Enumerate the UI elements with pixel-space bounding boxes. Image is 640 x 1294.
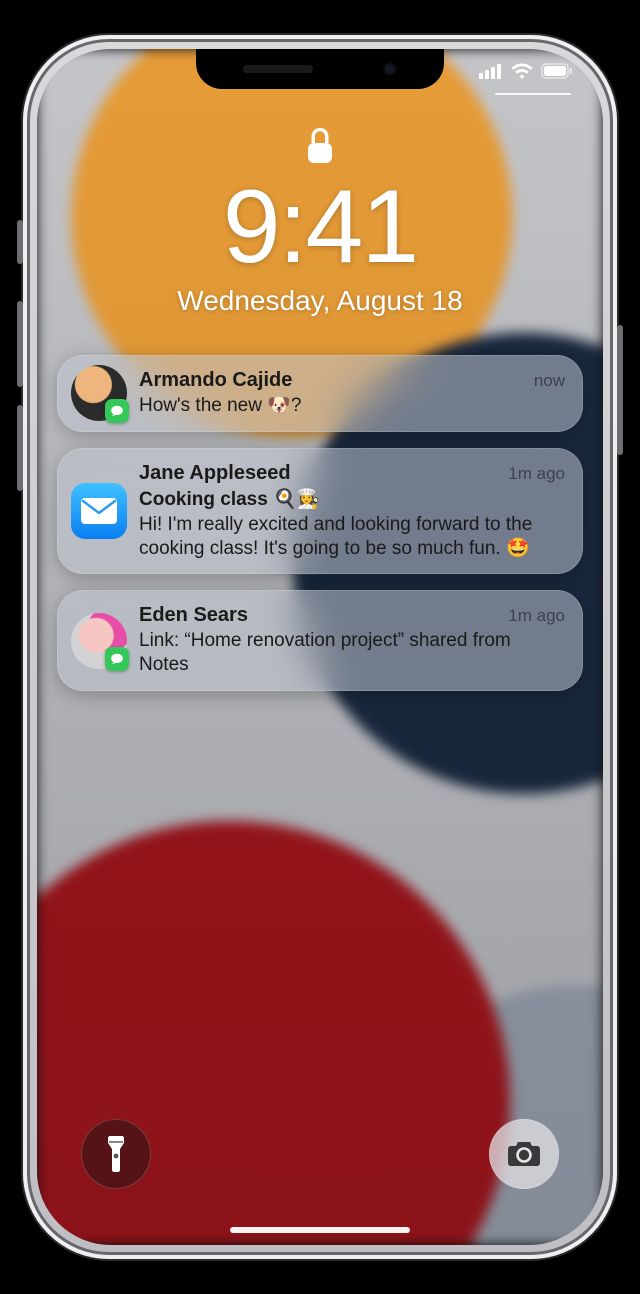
camera-button[interactable] [489, 1119, 559, 1189]
front-camera [383, 62, 397, 76]
messages-app-icon [105, 647, 129, 671]
notification-item[interactable]: Jane Appleseed 1m ago Cooking class 🍳👩‍🍳… [57, 448, 583, 575]
status-bar [479, 63, 573, 79]
notification-body: Hi! I'm really excited and looking forwa… [139, 513, 565, 561]
lock-date: Wednesday, August 18 [37, 285, 603, 317]
lock-icon [306, 127, 334, 165]
phone-frame: 9:41 Wednesday, August 18 Armando Cajide… [23, 35, 617, 1259]
notification-sender: Armando Cajide [139, 369, 292, 392]
notification-item[interactable]: Eden Sears 1m ago Link: “Home renovation… [57, 590, 583, 691]
camera-icon [506, 1139, 542, 1169]
sender-avatar [71, 365, 127, 421]
sender-avatar [71, 613, 127, 669]
iphone-mockup: 9:41 Wednesday, August 18 Armando Cajide… [0, 0, 640, 1294]
mail-app-icon [71, 483, 127, 539]
battery-icon [541, 63, 573, 79]
notification-subject: Cooking class 🍳👩‍🍳 [139, 487, 565, 511]
mute-switch[interactable] [17, 220, 23, 264]
notch [196, 49, 444, 89]
lock-time: 9:41 [37, 175, 603, 279]
volume-down-button[interactable] [17, 405, 23, 491]
earpiece-speaker [243, 65, 313, 73]
notification-time: 1m ago [508, 606, 565, 626]
flashlight-icon [102, 1134, 130, 1174]
notification-time: 1m ago [508, 464, 565, 484]
notification-list[interactable]: Armando Cajide now How's the new 🐶? [57, 355, 583, 691]
status-underline [495, 93, 571, 95]
screen: 9:41 Wednesday, August 18 Armando Cajide… [37, 49, 603, 1245]
side-button[interactable] [617, 325, 623, 455]
wifi-icon [511, 63, 533, 79]
cellular-icon [479, 63, 503, 79]
home-indicator[interactable] [230, 1227, 410, 1233]
volume-up-button[interactable] [17, 301, 23, 387]
notification-sender: Jane Appleseed [139, 462, 291, 485]
notification-body: How's the new 🐶? [139, 394, 565, 418]
messages-app-icon [105, 399, 129, 423]
notification-item[interactable]: Armando Cajide now How's the new 🐶? [57, 355, 583, 432]
notification-sender: Eden Sears [139, 604, 248, 627]
flashlight-button[interactable] [81, 1119, 151, 1189]
notification-body: Link: “Home renovation project” shared f… [139, 629, 565, 677]
notification-time: now [534, 371, 565, 391]
